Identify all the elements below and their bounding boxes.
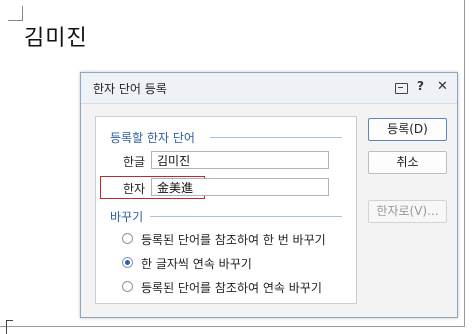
radio-label: 등록된 단어를 참조하여 연속 바꾸기 — [141, 281, 322, 295]
cancel-button[interactable]: 취소 — [368, 151, 447, 174]
radio-button[interactable] — [122, 281, 133, 292]
help-icon[interactable]: ? — [417, 79, 424, 93]
register-button[interactable]: 등록(D) — [368, 118, 447, 141]
radio-button[interactable] — [122, 233, 133, 244]
hangul-label: 한글 — [123, 155, 146, 169]
register-section-label: 등록할 한자 단어 — [110, 131, 195, 145]
replace-section-divider — [150, 216, 342, 217]
memo-icon[interactable] — [395, 83, 408, 94]
hanja-label: 한자 — [123, 182, 146, 196]
register-section-divider — [210, 137, 342, 138]
radio-button-selected[interactable] — [122, 257, 133, 268]
close-icon[interactable]: ✕ — [437, 79, 448, 94]
radio-label: 등록된 단어를 참조하여 한 번 바꾸기 — [141, 233, 326, 247]
replace-section-label: 바꾸기 — [110, 210, 144, 224]
options-group: 등록할 한자 단어 한글 한자 바꾸기 등록된 단어를 참조하여 한 번 바꾸기… — [95, 116, 357, 304]
radio-label: 한 글자씩 연속 바꾸기 — [141, 257, 252, 271]
dialog-titlebar[interactable]: 한자 단어 등록 ? ✕ — [81, 73, 457, 104]
dialog-title: 한자 단어 등록 — [93, 82, 167, 96]
to-hanja-button[interactable]: 한자로(V)... — [368, 200, 447, 223]
hanja-input[interactable] — [151, 178, 329, 196]
page-corner-mark — [6, 320, 13, 334]
document-text[interactable]: 김미진 — [24, 20, 88, 52]
hangul-input[interactable] — [151, 151, 329, 169]
hanja-word-register-dialog: 한자 단어 등록 ? ✕ 등록할 한자 단어 한글 한자 바꾸기 등록된 단어를… — [80, 72, 458, 318]
crop-mark — [8, 6, 23, 21]
